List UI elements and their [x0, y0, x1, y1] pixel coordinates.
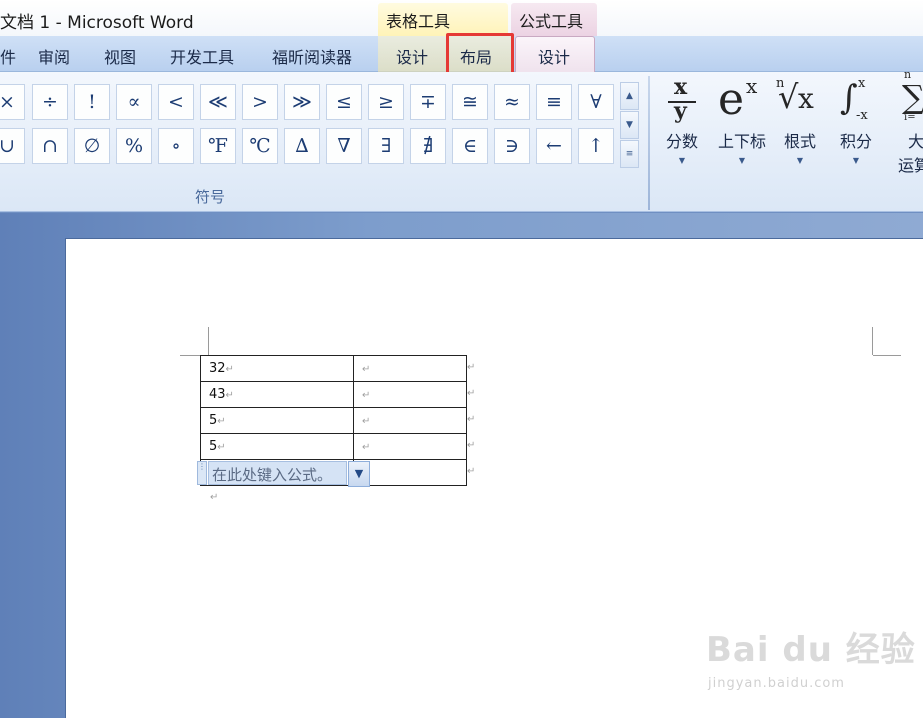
structures-group: x y 分数 ▼ e x 上下标 ▼ n √ x 根式 ▼ ∫ x -x 积分 …: [652, 68, 923, 212]
symbol-button[interactable]: ≤: [326, 84, 362, 120]
crop-mark: [873, 355, 901, 356]
tab-review[interactable]: 审阅: [30, 36, 78, 72]
symbol-button[interactable]: ≪: [200, 84, 236, 120]
symbol-button[interactable]: ∋: [494, 128, 530, 164]
chevron-down-icon: ▼: [852, 156, 860, 165]
paragraph-mark: ↵: [210, 492, 219, 503]
row-end-mark: ↵: [467, 440, 476, 451]
tab-file[interactable]: 件: [0, 36, 18, 72]
script-label: 上下标: [717, 132, 766, 151]
table-row: 5↵ ↵: [200, 407, 467, 434]
row-end-mark: ↵: [467, 466, 476, 477]
symbol-button[interactable]: ∘: [158, 128, 194, 164]
symbol-button[interactable]: ℉: [200, 128, 236, 164]
row-end-mark: ↵: [467, 388, 476, 399]
symbol-button[interactable]: !: [74, 84, 110, 120]
symbol-button[interactable]: ←: [536, 128, 572, 164]
integral-label: 积分: [839, 132, 872, 151]
window-title: 文档 1 - Microsoft Word: [0, 13, 194, 33]
row-end-mark: ↵: [467, 414, 476, 425]
row-end-mark: ↵: [467, 362, 476, 373]
fraction-label: 分数: [665, 132, 698, 151]
fraction-icon: x y: [660, 74, 704, 128]
crop-mark: [872, 327, 873, 355]
symbol-button[interactable]: ∃: [368, 128, 404, 164]
gallery-scroll-up-icon[interactable]: ▲: [620, 82, 639, 110]
symbol-button[interactable]: ÷: [32, 84, 68, 120]
script-icon: e x: [718, 74, 758, 125]
tab-foxit-reader[interactable]: 福昕阅读器: [262, 36, 362, 72]
table-cell[interactable]: 43↵: [200, 381, 354, 408]
table-row: 5↵ ↵: [200, 433, 467, 460]
table-cell[interactable]: ↵: [353, 381, 467, 408]
symbol-button[interactable]: ≈: [494, 84, 530, 120]
equation-input[interactable]: 在此处键入公式。: [208, 461, 347, 485]
symbol-button[interactable]: %: [116, 128, 152, 164]
table-row: 43↵ ↵: [200, 381, 467, 408]
crop-mark: [208, 327, 209, 355]
symbol-button[interactable]: ∇: [326, 128, 362, 164]
gallery-more-icon[interactable]: ≡: [620, 140, 639, 168]
symbol-button[interactable]: ≥: [368, 84, 404, 120]
symbol-button[interactable]: >: [242, 84, 278, 120]
symbol-button[interactable]: ∅: [74, 128, 110, 164]
symbol-button[interactable]: ×: [0, 84, 25, 120]
symbol-button[interactable]: ∝: [116, 84, 152, 120]
large-operator-button[interactable]: n ∑ i= 大 运算: [886, 68, 923, 212]
symbol-button[interactable]: <: [158, 84, 194, 120]
symbol-button[interactable]: ≅: [452, 84, 488, 120]
equation-options-chevron-down-icon[interactable]: ▼: [348, 461, 370, 487]
table-cell[interactable]: 5↵: [200, 433, 354, 460]
large-operator-icon: n ∑ i=: [902, 68, 923, 123]
context-tab-table-tools: 表格工具: [378, 3, 508, 36]
tab-formula-design[interactable]: 设计: [530, 36, 578, 72]
symbol-button[interactable]: ≫: [284, 84, 320, 120]
symbol-button[interactable]: ∀: [578, 84, 614, 120]
symbol-button[interactable]: ↑: [578, 128, 614, 164]
table-cell[interactable]: 5↵: [200, 407, 354, 434]
context-tab-formula-tools: 公式工具: [511, 3, 597, 36]
script-button[interactable]: e x 上下标 ▼: [712, 72, 772, 212]
tab-table-design[interactable]: 设计: [388, 36, 436, 72]
chevron-down-icon: ▼: [678, 156, 686, 165]
group-divider: [648, 76, 650, 210]
baidu-watermark: Bai du 经验 jingyan.baidu.com: [706, 622, 915, 702]
chevron-down-icon: ▼: [796, 156, 804, 165]
equation-drag-handle-icon[interactable]: ⋮: [197, 461, 207, 485]
large-operator-label-line2: 运算: [897, 156, 923, 175]
symbol-button[interactable]: ∈: [452, 128, 488, 164]
table-cell[interactable]: [353, 459, 467, 486]
tab-developer[interactable]: 开发工具: [160, 36, 244, 72]
radical-label: 根式: [783, 132, 816, 151]
symbol-button[interactable]: ∆: [284, 128, 320, 164]
chevron-down-icon: ▼: [738, 156, 746, 165]
symbol-button[interactable]: ≡: [536, 84, 572, 120]
title-bar: 文档 1 - Microsoft Word 表格工具 公式工具: [0, 0, 923, 36]
table-cell[interactable]: ↵: [353, 407, 467, 434]
fraction-button[interactable]: x y 分数 ▼: [660, 72, 704, 212]
table-cell[interactable]: 32↵: [200, 355, 354, 382]
radical-icon: n √ x: [776, 76, 814, 116]
radical-button[interactable]: n √ x 根式 ▼: [776, 72, 824, 212]
symbol-button[interactable]: ∩: [32, 128, 68, 164]
watermark-url: jingyan.baidu.com: [708, 676, 845, 691]
integral-icon: ∫ x -x: [840, 76, 868, 123]
ribbon-panel: × ÷ ! ∝ < ≪ > ≫ ≤ ≥ ∓ ≅ ≈ ≡ ∀ ∪ ∩ ∅ % ∘ …: [0, 68, 923, 212]
gallery-scroll: ▲ ▼ ≡: [620, 82, 639, 170]
tab-view[interactable]: 视图: [96, 36, 144, 72]
symbol-button[interactable]: ∓: [410, 84, 446, 120]
large-operator-label: 大: [907, 132, 923, 151]
equation-box[interactable]: ⋮ 在此处键入公式。 ▼: [197, 461, 370, 487]
table-cell[interactable]: ↵: [353, 433, 467, 460]
symbol-button[interactable]: ℃: [242, 128, 278, 164]
symbol-button[interactable]: ∄: [410, 128, 446, 164]
table-cell[interactable]: ↵: [353, 355, 467, 382]
integral-button[interactable]: ∫ x -x 积分 ▼: [834, 72, 878, 212]
table-row: 32↵ ↵: [200, 355, 467, 382]
highlight-annotation-box: [446, 33, 514, 75]
symbol-button[interactable]: ∪: [0, 128, 25, 164]
symbols-group-label: 符号: [194, 188, 225, 206]
gallery-scroll-down-icon[interactable]: ▼: [620, 111, 639, 139]
watermark-brand: Bai du 经验: [706, 630, 916, 670]
